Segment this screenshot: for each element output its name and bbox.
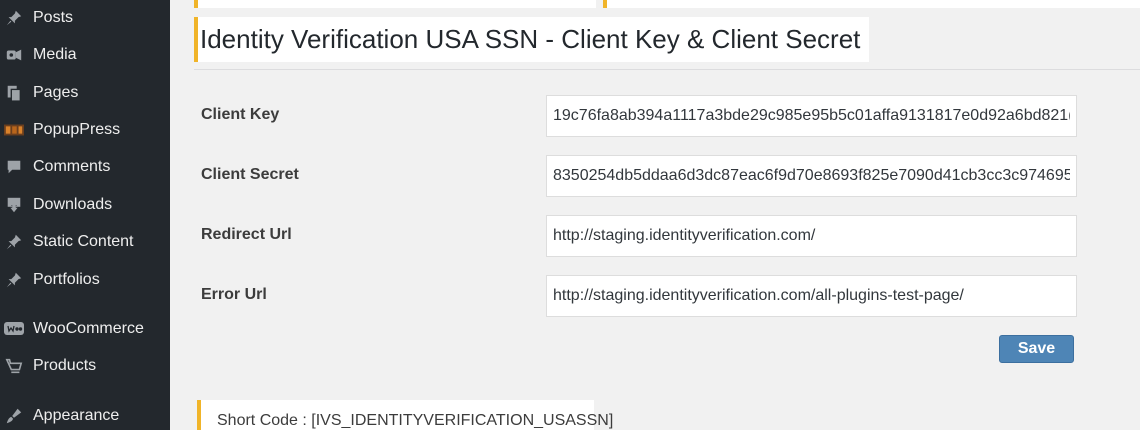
sidebar-item-portfolios[interactable]: Portfolios [0,262,170,298]
sidebar-item-static-content[interactable]: Static Content [0,224,170,260]
sidebar-item-media[interactable]: Media [0,37,170,73]
sidebar-item-pages[interactable]: Pages [0,75,170,111]
sidebar-item-woocommerce[interactable]: WooCommerce [0,311,170,347]
sidebar-item-appearance[interactable]: Appearance [0,398,170,430]
save-button[interactable]: Save [999,335,1074,363]
sidebar-item-label: Products [33,357,97,374]
page-title: Identity Verification USA SSN - Client K… [200,24,861,54]
appearance-icon [4,406,24,426]
client-secret-input[interactable] [546,155,1077,197]
sidebar-item-label: Downloads [33,196,113,213]
pin-icon [4,232,24,252]
client-secret-label: Client Secret [201,166,299,183]
sidebar-item-label: Pages [33,84,79,101]
shortcode-box: Short Code : [IVS_IDENTITYVERIFICATION_U… [197,400,613,430]
redirect-url-input[interactable] [546,215,1077,257]
divider [194,69,1140,70]
client-key-label: Client Key [201,106,280,123]
pin-icon [4,270,24,290]
redirect-url-label: Redirect Url [201,226,292,243]
error-url-label: Error Url [201,286,267,303]
previous-card-edge [603,0,1140,8]
admin-sidebar: Posts Media Pages PopupPress Comments Do… [0,0,170,430]
shortcode-text: Short Code : [IVS_IDENTITYVERIFICATION_U… [217,412,614,429]
sidebar-item-products[interactable]: Products [0,348,170,384]
woocommerce-icon [4,319,24,339]
sidebar-item-label: Portfolios [33,271,100,288]
main-content: Identity Verification USA SSN - Client K… [170,0,1140,430]
popuppress-icon [4,120,24,140]
sidebar-item-label: PopupPress [33,121,121,138]
pages-icon [4,83,24,103]
pin-icon [4,8,24,28]
sidebar-item-label: Static Content [33,233,134,250]
previous-card-edge [194,0,596,8]
sidebar-item-posts[interactable]: Posts [0,0,170,36]
products-icon [4,356,24,376]
sidebar-item-label: Appearance [33,407,120,424]
download-icon [4,195,24,215]
sidebar-item-popuppress[interactable]: PopupPress [0,112,170,148]
sidebar-item-comments[interactable]: Comments [0,149,170,185]
page-title-box: Identity Verification USA SSN - Client K… [194,17,869,62]
media-icon [4,45,24,65]
comments-icon [4,157,24,177]
sidebar-item-label: Posts [33,9,74,26]
sidebar-item-label: Media [33,46,77,63]
sidebar-item-downloads[interactable]: Downloads [0,187,170,223]
sidebar-item-label: WooCommerce [33,320,144,337]
error-url-input[interactable] [546,275,1077,317]
client-key-input[interactable] [546,95,1077,137]
sidebar-item-label: Comments [33,158,111,175]
